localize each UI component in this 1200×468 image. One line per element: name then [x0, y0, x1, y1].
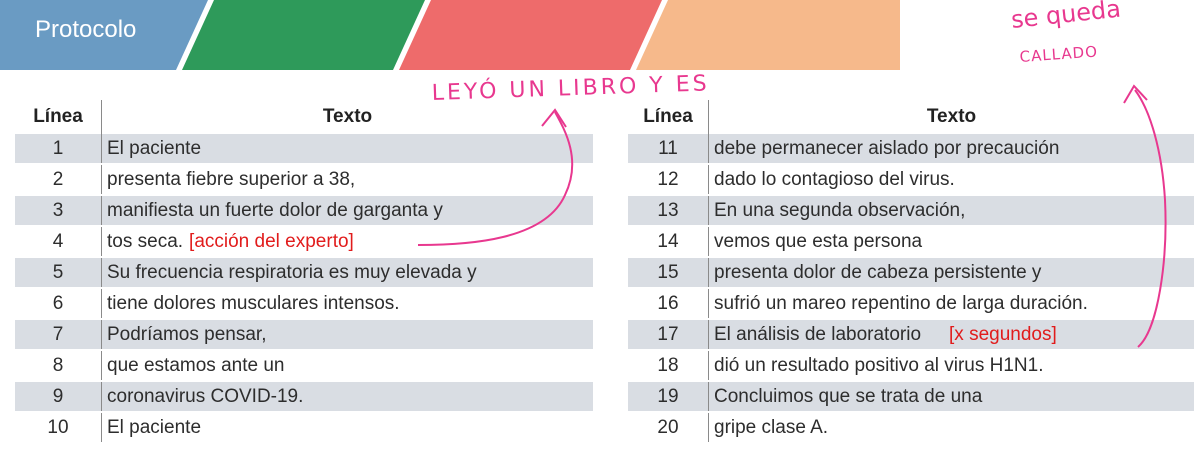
annotation-leyo-un-libro: LEYÓ UN LIBRO Y ES [431, 70, 710, 106]
arrow-2-head [1123, 84, 1148, 104]
arrow-2-line [1134, 89, 1167, 348]
annotation-callado: CALLADO [1019, 43, 1098, 66]
arrow-1-line [417, 111, 574, 246]
handwritten-annotations: LEYÓ UN LIBRO Y ES se queda CALLADO [417, 0, 1167, 348]
annotation-se-queda: se queda [1010, 0, 1122, 34]
